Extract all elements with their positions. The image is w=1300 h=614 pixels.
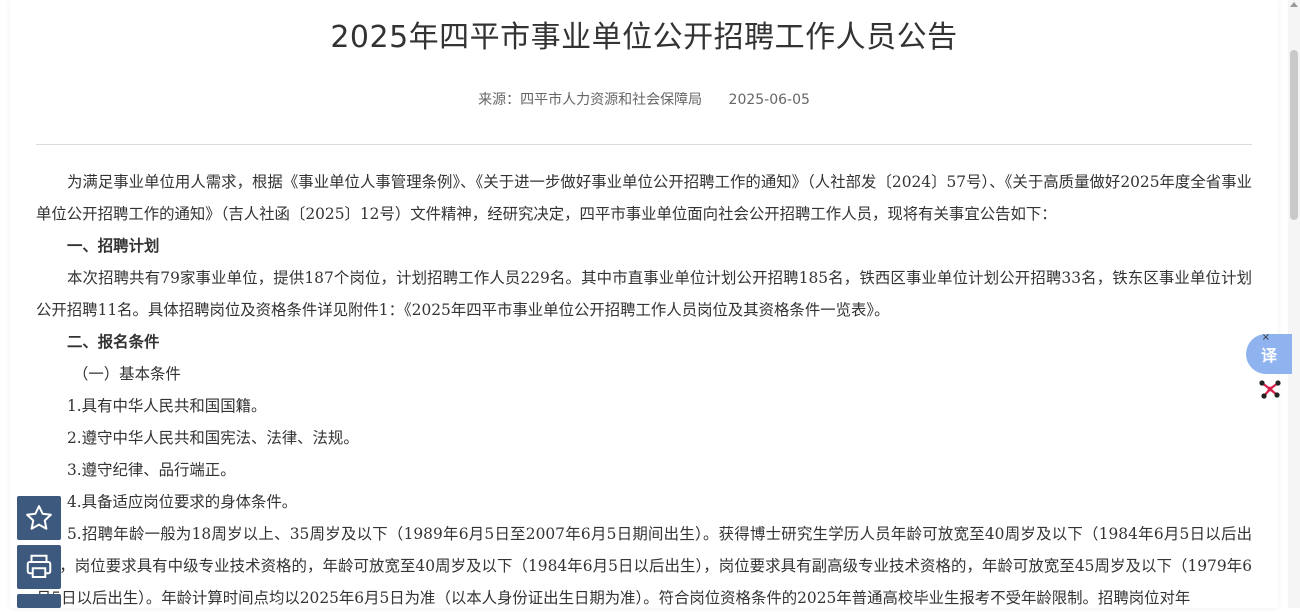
translate-button[interactable]: × 译 <box>1246 332 1292 374</box>
article-content: 为满足事业单位用人需求，根据《事业单位人事管理条例》、《关于进一步做好事业单位公… <box>36 166 1252 614</box>
ai-tool-icon[interactable] <box>1256 375 1284 403</box>
intro-paragraph: 为满足事业单位用人需求，根据《事业单位人事管理条例》、《关于进一步做好事业单位公… <box>36 173 1252 223</box>
plan-paragraph: 本次招聘共有79家事业单位，提供187个岗位，计划招聘工作人员229名。其中市直… <box>36 269 1253 319</box>
list-item: 5.招聘年龄一般为18周岁以上、35周岁及以下（1989年6月5日至2007年6… <box>36 525 1252 607</box>
partial-floating-button[interactable] <box>17 594 61 608</box>
favorite-button[interactable] <box>17 496 61 540</box>
scroll-up-arrow-icon[interactable] <box>1290 2 1298 7</box>
scroll-thumb[interactable] <box>1290 50 1298 220</box>
subsection-heading-basic: （一）基本条件 <box>73 365 181 383</box>
star-icon <box>26 505 52 530</box>
article-title: 2025年四平市事业单位公开招聘工作人员公告 <box>330 20 958 55</box>
title-divider <box>36 144 1252 145</box>
list-item: 2.遵守中华人民共和国宪法、法律、法规。 <box>67 429 359 447</box>
article-date: 2025-06-05 <box>728 92 810 108</box>
list-item: 3.遵守纪律、品行端正。 <box>67 461 236 479</box>
section-heading-plan: 一、招聘计划 <box>67 237 160 255</box>
section-heading-conditions: 二、报名条件 <box>67 333 160 351</box>
article-source: 来源：四平市人力资源和社会保障局 <box>478 92 703 108</box>
print-button[interactable] <box>17 545 61 589</box>
translate-label: 译 <box>1260 346 1277 365</box>
article-page: 2025年四平市事业单位公开招聘工作人员公告 来源：四平市人力资源和社会保障局 … <box>10 0 1278 608</box>
printer-icon <box>26 554 52 578</box>
list-item: 4.具备适应岗位要求的身体条件。 <box>67 493 298 511</box>
list-item: 1.具有中华人民共和国国籍。 <box>67 397 267 415</box>
vertical-scrollbar[interactable] <box>1288 0 1300 608</box>
article-meta: 来源：四平市人力资源和社会保障局 2025-06-05 <box>10 89 1278 109</box>
close-icon[interactable]: × <box>1262 332 1270 343</box>
